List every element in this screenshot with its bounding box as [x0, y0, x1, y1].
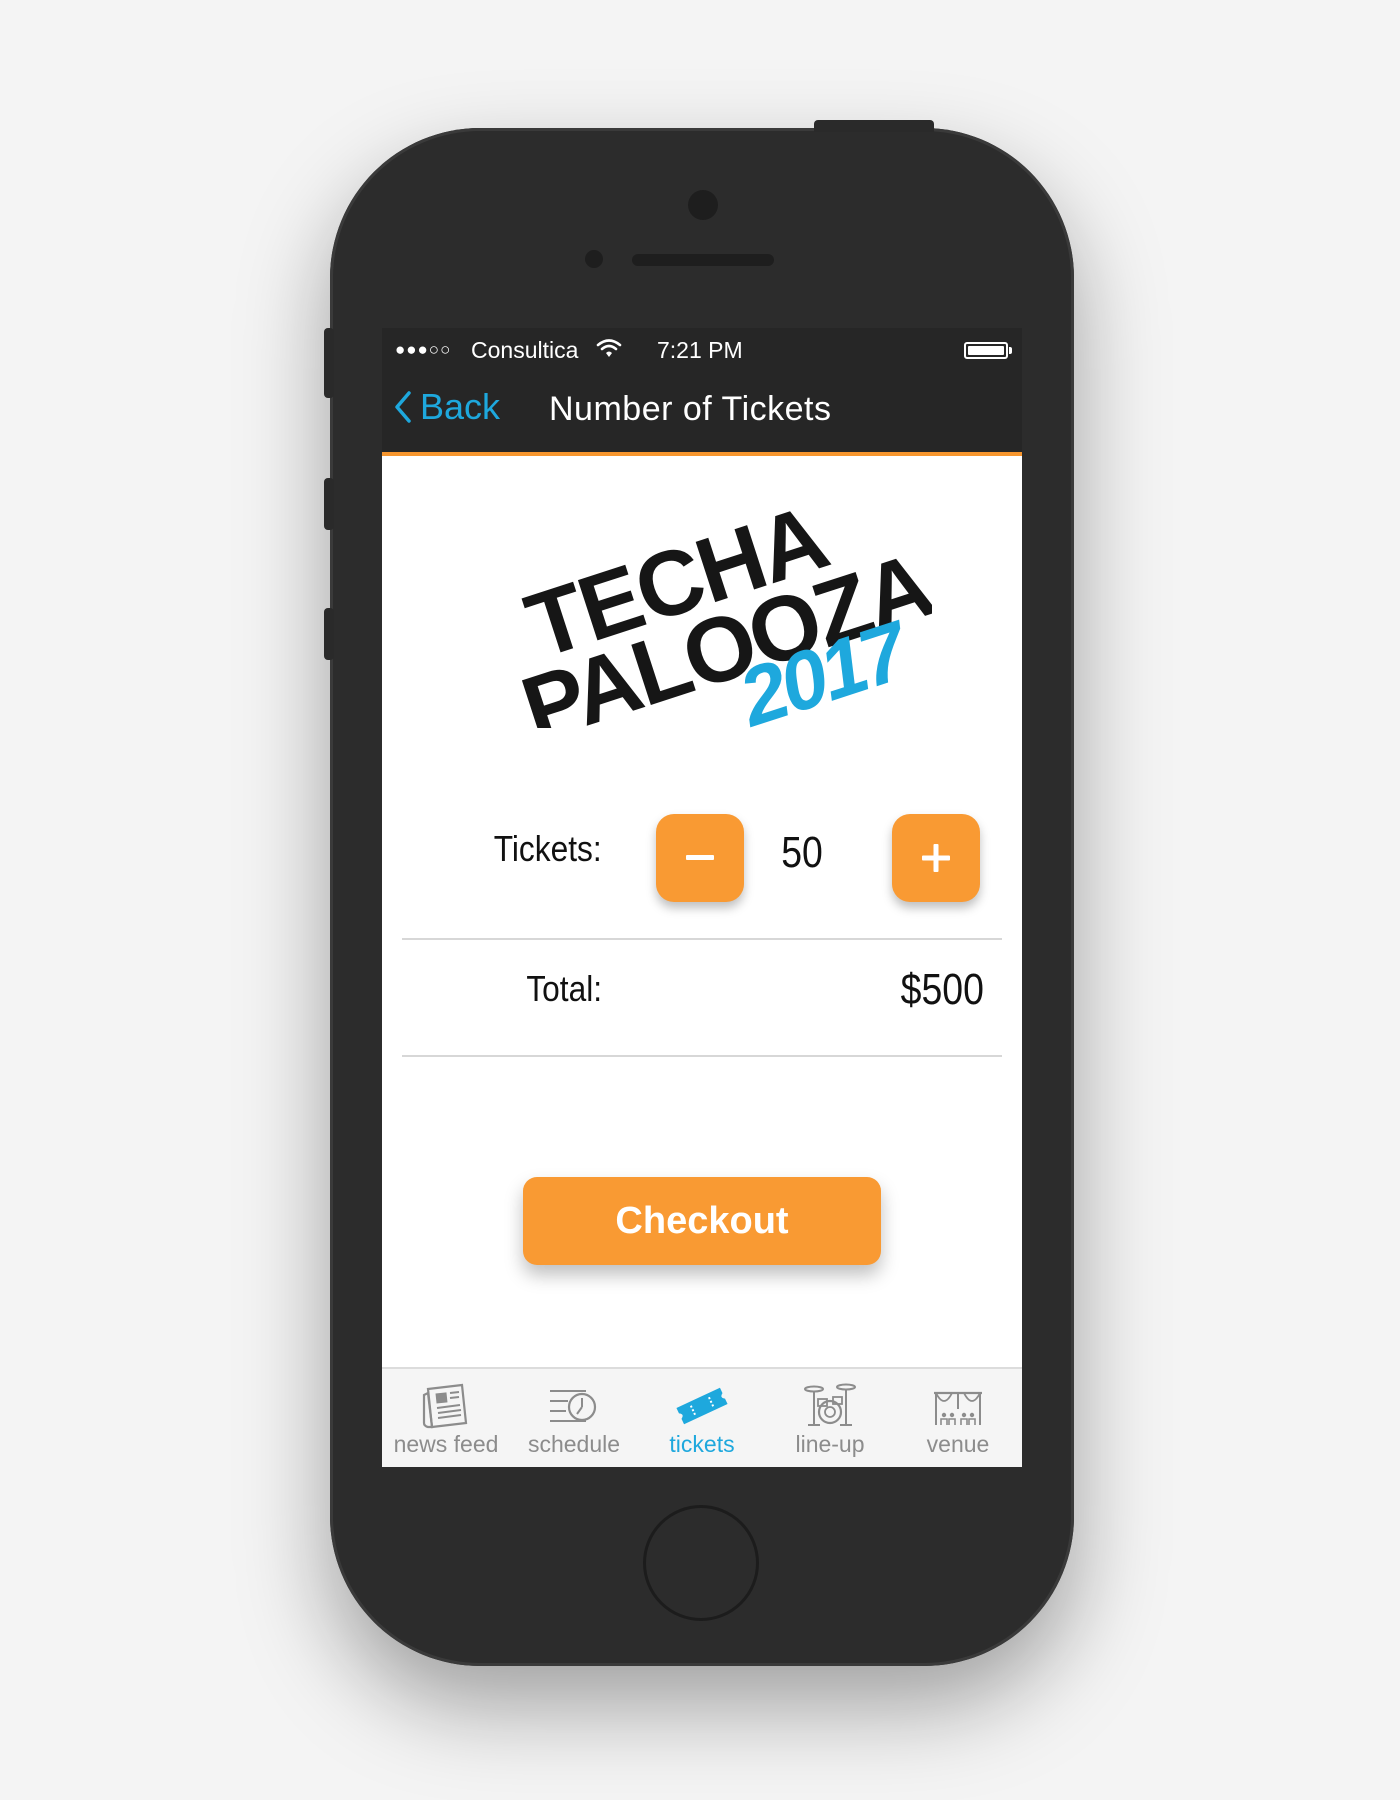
newspaper-icon: [422, 1383, 468, 1429]
status-time: 7:21 PM: [657, 337, 743, 363]
volume-up-button: [324, 478, 334, 530]
battery-tip: [1009, 347, 1012, 354]
tab-bar: news feed schedule tickets line-up venue: [382, 1367, 1022, 1467]
wifi-icon: [596, 337, 622, 365]
home-button[interactable]: [643, 1505, 759, 1621]
tab-news-feed[interactable]: news feed: [382, 1369, 510, 1467]
power-button: [814, 120, 934, 132]
page-title: Number of Tickets: [549, 390, 832, 428]
battery-icon: [964, 342, 1008, 359]
techa-palooza-logo: TECHA PALOOZA 2017: [510, 488, 932, 728]
ticket-icon: [676, 1387, 728, 1425]
app-screen: ●●●○○ Consultica 7:21 PM Back Number of …: [382, 328, 1022, 1467]
plus-icon: [922, 844, 950, 872]
volume-down-button: [324, 608, 334, 660]
earpiece-speaker: [632, 254, 774, 266]
minus-icon: [686, 855, 714, 860]
stage-icon: [934, 1391, 982, 1425]
top-bar-accent-line: [382, 452, 1022, 456]
top-bar: ●●●○○ Consultica 7:21 PM Back Number of …: [382, 328, 1022, 452]
tab-label: tickets: [669, 1431, 735, 1457]
tab-schedule[interactable]: schedule: [510, 1369, 638, 1467]
total-label: Total:: [526, 968, 602, 1009]
total-value: $500: [900, 965, 984, 1014]
mute-switch: [324, 328, 334, 398]
front-camera: [688, 190, 718, 220]
proximity-sensor: [585, 250, 603, 268]
clock-icon: [550, 1390, 597, 1422]
tab-label: schedule: [527, 1431, 621, 1457]
tab-label: news feed: [393, 1431, 499, 1457]
ticket-quantity: 50: [781, 828, 823, 877]
tab-venue[interactable]: venue: [894, 1369, 1022, 1467]
total-divider: [402, 1055, 1002, 1057]
chevron-left-icon: [394, 390, 412, 424]
carrier-name: Consultica: [471, 337, 579, 363]
tab-label: venue: [926, 1431, 990, 1457]
back-label: Back: [420, 386, 501, 427]
back-button[interactable]: Back: [394, 386, 500, 428]
tab-label: line-up: [795, 1431, 865, 1457]
drum-kit-icon: [804, 1383, 856, 1426]
checkout-label: Checkout: [615, 1199, 789, 1242]
checkout-button[interactable]: Checkout: [523, 1177, 881, 1265]
status-bar: ●●●○○ Consultica 7:21 PM: [382, 328, 1022, 372]
increment-button[interactable]: [892, 814, 980, 902]
tab-tickets[interactable]: tickets: [638, 1369, 766, 1467]
signal-strength-icon: ●●●○○: [395, 340, 452, 359]
decrement-button[interactable]: [656, 814, 744, 902]
tickets-divider: [402, 938, 1002, 940]
tab-line-up[interactable]: line-up: [766, 1369, 894, 1467]
tickets-label: Tickets:: [494, 828, 602, 869]
